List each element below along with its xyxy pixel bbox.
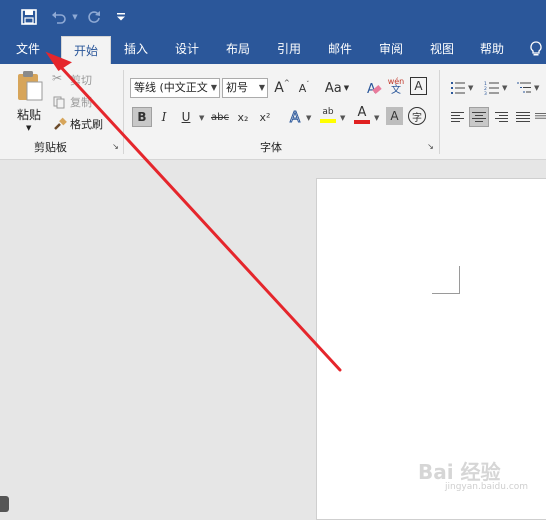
annotation-arrow (45, 51, 342, 372)
